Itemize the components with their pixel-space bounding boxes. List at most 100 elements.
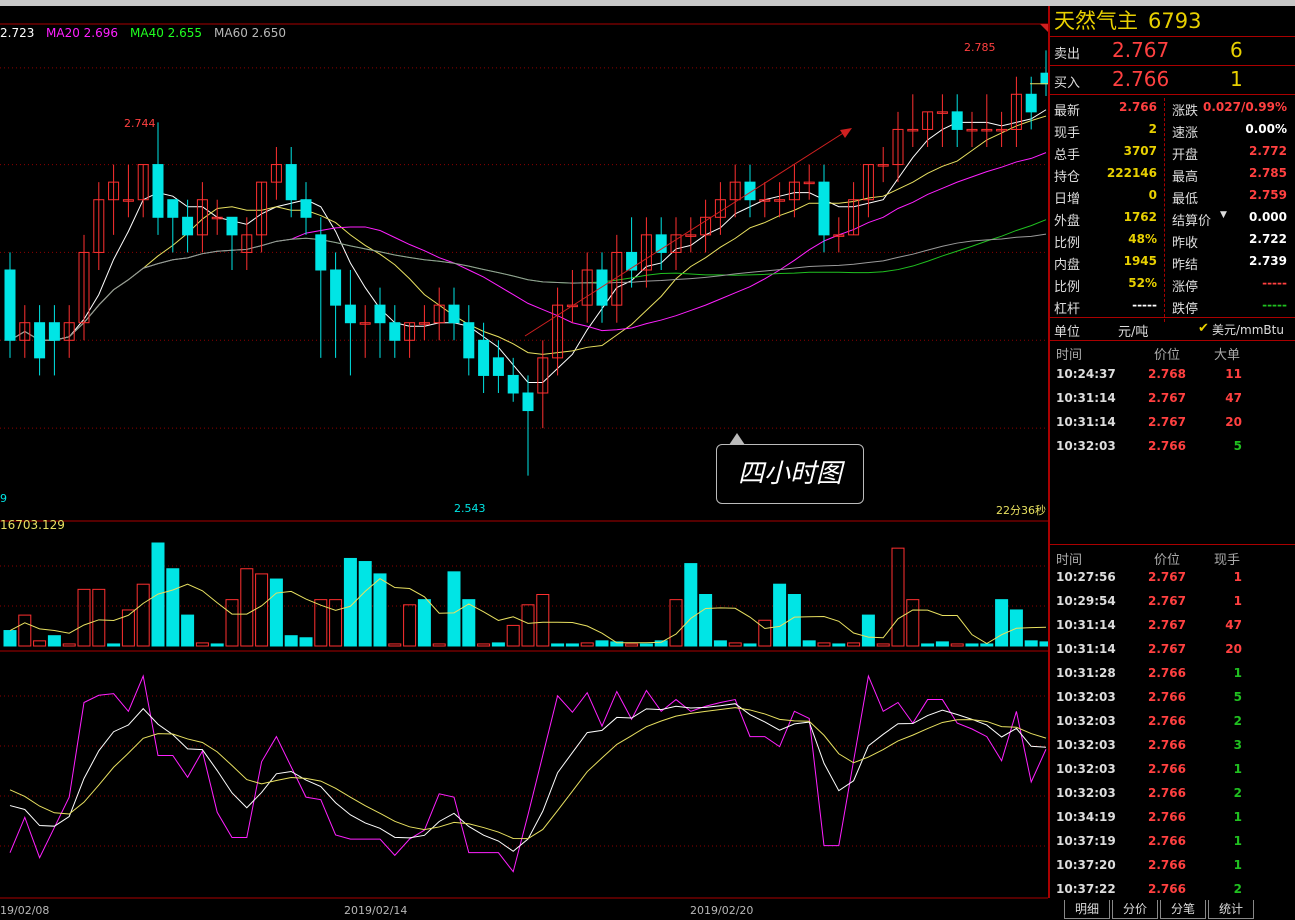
volume-bar [269, 578, 283, 647]
volume-bar [625, 643, 639, 647]
trade-row[interactable]: 10:34:19 2.766 1 [1050, 806, 1295, 830]
volume-bar [373, 573, 387, 647]
trade-price: 2.767 [1148, 570, 1186, 584]
trade-time: 10:31:14 [1056, 642, 1116, 656]
trade-price: 2.768 [1148, 367, 1186, 381]
trade-time: 10:31:28 [1056, 666, 1116, 680]
candle-body [463, 322, 475, 359]
volume-bar [447, 571, 461, 647]
volume-bar [388, 643, 402, 647]
trade-qty: 2 [1233, 882, 1242, 896]
volume-bar [92, 588, 106, 647]
dropdown-icon[interactable]: ▼ [1220, 210, 1227, 220]
volume-bar [240, 568, 254, 647]
trade-qty: 11 [1225, 367, 1242, 381]
trade-time: 10:32:03 [1056, 738, 1116, 752]
candle-body [315, 234, 327, 271]
tab-detail[interactable]: 明细 [1064, 900, 1110, 919]
trade-row[interactable]: 10:24:37 2.768 11 [1050, 363, 1295, 387]
latest-high-label: 2.785 [964, 41, 996, 54]
volume-ma [9, 578, 1047, 645]
trade-row[interactable]: 10:32:03 2.766 2 [1050, 782, 1295, 806]
quote-info: 最新 2.766 涨跌 0.027/0.99% 现手 2 速涨 0.00% 总手 3707 开盘 2.… [1050, 95, 1295, 317]
trade-qty: 20 [1225, 642, 1242, 656]
volume-bar [210, 643, 224, 647]
volume-bar [669, 599, 683, 647]
volume-legend: 16703.129 [0, 518, 65, 532]
trade-price: 2.766 [1148, 834, 1186, 848]
trade-row[interactable]: 10:37:19 2.766 1 [1050, 830, 1295, 854]
quote-key: 昨收 [1172, 236, 1199, 251]
quote-value: 0.00% [1245, 122, 1287, 136]
trade-qty: 3 [1233, 738, 1242, 752]
ma-line [9, 115, 1047, 355]
instrument-name: 天然气主 [1054, 9, 1138, 33]
info-divider [1164, 98, 1165, 322]
trade-row[interactable]: 10:31:14 2.767 20 [1050, 638, 1295, 662]
col-price: 价位 [1154, 348, 1181, 363]
candle-body [626, 251, 638, 271]
trade-row[interactable]: 10:31:14 2.767 47 [1050, 614, 1295, 638]
volume-bar [536, 594, 550, 647]
quote-value: 2.722 [1249, 232, 1287, 246]
quote-key: 比例 [1054, 236, 1081, 251]
quote-key: 比例 [1054, 280, 1081, 295]
volume-bar [921, 643, 935, 647]
low-price-label: 2.543 [454, 502, 486, 515]
volume-bar [284, 635, 298, 647]
quote-row: 内盘 1945 昨结 2.739 [1050, 251, 1295, 273]
candlestick-chart[interactable] [0, 6, 1048, 920]
quote-panel: 天然气主 6793 卖出 2.767 6 买入 2.766 1 最新 2.766 涨跌… [1048, 6, 1295, 920]
quote-row: 现手 2 速涨 0.00% [1050, 119, 1295, 141]
trade-qty: 5 [1233, 690, 1242, 704]
quote-value: 52% [1128, 276, 1157, 290]
trade-row[interactable]: 10:31:28 2.766 1 [1050, 662, 1295, 686]
tab-price[interactable]: 分价 [1112, 900, 1158, 919]
trade-row[interactable]: 10:31:14 2.767 20 [1050, 411, 1295, 435]
trade-qty: 2 [1233, 714, 1242, 728]
candle-body [818, 181, 830, 236]
section-divider [1050, 544, 1295, 545]
volume-bar [358, 561, 372, 647]
trade-row[interactable]: 10:32:03 2.766 1 [1050, 758, 1295, 782]
chart-area[interactable]: 2.723 MA20 2.696 MA40 2.655 MA60 2.650 2… [0, 6, 1048, 920]
trade-row[interactable]: 10:29:54 2.767 1 [1050, 590, 1295, 614]
trade-row[interactable]: 10:32:03 2.766 5 [1050, 435, 1295, 459]
trade-price: 2.766 [1148, 762, 1186, 776]
trade-row[interactable]: 10:37:20 2.766 1 [1050, 854, 1295, 878]
trade-qty: 1 [1233, 570, 1242, 584]
tick-list[interactable]: 10:27:56 2.767 1 10:29:54 2.767 1 10:31:14 2.76… [1050, 566, 1295, 902]
trade-price: 2.767 [1148, 415, 1186, 429]
volume-bar [832, 643, 846, 647]
ask-price: 2.767 [1112, 38, 1170, 62]
ask-row[interactable]: 卖出 2.767 6 [1050, 37, 1295, 66]
volume-bar [935, 641, 949, 647]
tab-stats[interactable]: 统计 [1208, 900, 1254, 919]
trade-row[interactable]: 10:32:03 2.766 3 [1050, 734, 1295, 758]
unit-row[interactable]: 单位 元/吨 ✔ 美元/mmBtu [1050, 317, 1295, 341]
trade-time: 10:27:56 [1056, 570, 1116, 584]
big-trade-list[interactable]: 10:24:37 2.768 11 10:31:14 2.767 47 10:31:14 2.… [1050, 363, 1295, 459]
tab-trades[interactable]: 分笔 [1160, 900, 1206, 919]
trade-time: 10:37:20 [1056, 858, 1116, 872]
kdj-d-line [9, 703, 1047, 852]
trade-qty: 1 [1233, 810, 1242, 824]
trade-row[interactable]: 10:27:56 2.767 1 [1050, 566, 1295, 590]
trade-row[interactable]: 10:32:03 2.766 5 [1050, 686, 1295, 710]
volume-bar [521, 604, 535, 647]
bid-row[interactable]: 买入 2.766 1 [1050, 66, 1295, 95]
trade-qty: 47 [1225, 618, 1242, 632]
volume-bar [876, 643, 890, 647]
trade-row[interactable]: 10:31:14 2.767 47 [1050, 387, 1295, 411]
volume-bar [565, 643, 579, 647]
volume-bar [329, 599, 343, 647]
quote-value: 222146 [1106, 166, 1157, 180]
volume-bar [62, 643, 76, 647]
ma60-legend: MA60 2.650 [214, 26, 286, 40]
candle-body [507, 374, 519, 394]
trade-row[interactable]: 10:32:03 2.766 2 [1050, 710, 1295, 734]
unit-value[interactable]: 元/吨 [1118, 321, 1148, 340]
volume-bar [906, 599, 920, 647]
trade-price: 2.766 [1148, 738, 1186, 752]
unit-alt[interactable]: 美元/mmBtu [1212, 321, 1284, 338]
